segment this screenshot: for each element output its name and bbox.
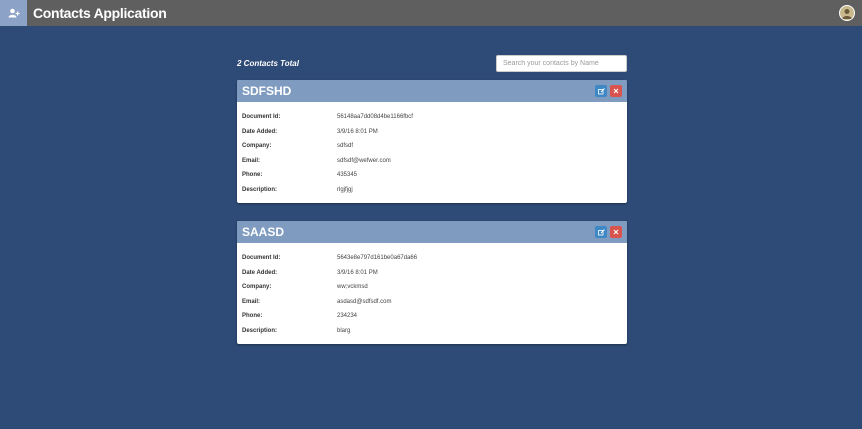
contact-name: SAASD [242,225,285,239]
date-added-value: 3/9/16 8:01 PM [337,269,378,276]
close-icon [613,88,619,94]
detail-row: Phone: 234234 [242,309,622,324]
document-id-value: 56148aa7dd08d4be1166fbcf [337,114,413,121]
document-id-label: Document Id: [242,114,281,121]
contact-card: SAASD Document Id: 5643e8e797d161be0a67d… [237,221,627,344]
phone-label: Phone: [242,313,263,320]
detail-row: Document Id: 5643e8e797d161be0a67da66 [242,251,622,266]
contact-card: SDFSHD Document Id: 56148aa7dd08d4be1166… [237,80,627,203]
user-avatar[interactable] [839,5,855,21]
detail-row: Phone: 435345 [242,168,622,183]
date-added-label: Date Added: [242,128,278,135]
email-value: asdasd@sdfsdf.com [337,298,392,305]
company-value: ww;vckmsd [337,284,368,291]
app-title: Contacts Application [33,5,167,21]
detail-row: Date Added: 3/9/16 8:01 PM [242,266,622,281]
edit-contact-button[interactable] [595,226,607,238]
contact-card-header: SDFSHD [237,80,627,102]
detail-row: Email: asdasd@sdfsdf.com [242,295,622,310]
detail-row: Email: sdfsdf@wefwer.com [242,154,622,169]
contact-details: Document Id: 56148aa7dd08d4be1166fbcf Da… [237,102,627,203]
detail-row: Company: ww;vckmsd [242,280,622,295]
detail-row: Date Added: 3/9/16 8:01 PM [242,125,622,140]
edit-icon [597,228,605,235]
add-contact-button[interactable] [0,0,27,26]
description-label: Description: [242,327,278,334]
detail-row: Description: rlgjfjgj [242,183,622,198]
document-id-label: Document Id: [242,255,281,262]
add-user-icon [8,8,20,18]
contacts-count: 2 Contacts Total [237,59,299,68]
delete-contact-button[interactable] [610,226,622,238]
avatar-icon [840,6,854,20]
edit-icon [597,87,605,94]
date-added-label: Date Added: [242,269,278,276]
detail-row: Description: blarg [242,324,622,339]
phone-value: 435345 [337,172,358,179]
phone-value: 234234 [337,313,358,320]
close-icon [613,229,619,235]
contact-name: SDFSHD [242,84,292,98]
top-bar: Contacts Application [0,0,862,26]
email-label: Email: [242,298,261,305]
search-input[interactable] [496,55,627,72]
phone-label: Phone: [242,172,263,179]
document-id-value: 5643e8e797d161be0a67da66 [337,255,418,262]
email-value: sdfsdf@wefwer.com [337,157,391,164]
description-value: rlgjfjgj [337,186,353,193]
delete-contact-button[interactable] [610,85,622,97]
edit-contact-button[interactable] [595,85,607,97]
company-label: Company: [242,143,272,150]
contact-card-header: SAASD [237,221,627,243]
company-value: sdfsdf [337,143,354,150]
company-label: Company: [242,284,272,291]
email-label: Email: [242,157,261,164]
contact-details: Document Id: 5643e8e797d161be0a67da66 Da… [237,243,627,344]
detail-row: Company: sdfsdf [242,139,622,154]
description-value: blarg [337,327,351,334]
date-added-value: 3/9/16 8:01 PM [337,128,378,135]
description-label: Description: [242,186,278,193]
detail-row: Document Id: 56148aa7dd08d4be1166fbcf [242,110,622,125]
